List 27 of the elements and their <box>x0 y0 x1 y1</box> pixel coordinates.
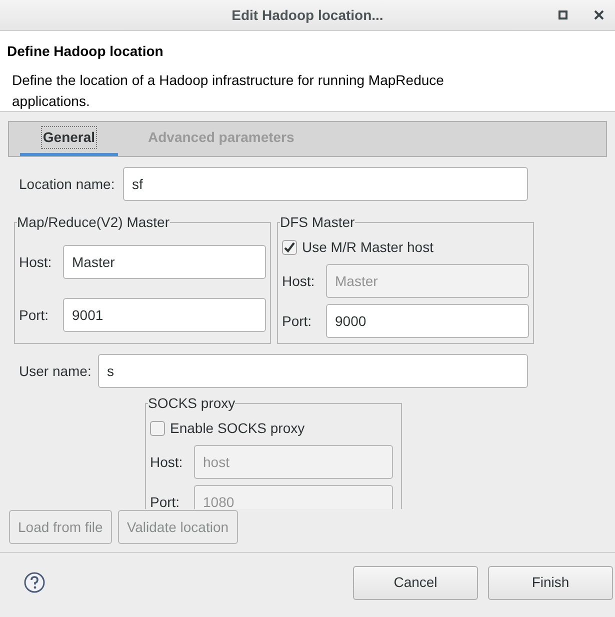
field-label: Host: <box>150 452 184 472</box>
field-label: Port: <box>150 492 181 509</box>
dialog-button[interactable]: Cancel <box>353 566 478 600</box>
text-field[interactable]: 9000 <box>326 304 529 338</box>
checkbox[interactable] <box>282 240 297 255</box>
field-label: Host: <box>19 252 53 272</box>
maximize-icon[interactable] <box>558 10 568 20</box>
field-label: Host: <box>282 272 316 290</box>
close-icon[interactable] <box>594 10 604 20</box>
text-field[interactable]: Master <box>63 245 266 279</box>
text-field[interactable]: sf <box>123 167 528 201</box>
dialog-button[interactable]: Finish <box>488 566 613 600</box>
field-label: Port: <box>19 306 50 324</box>
checkmark-icon <box>283 241 296 254</box>
field-label: Port: <box>282 312 313 330</box>
checkbox-label: Use M/R Master host <box>302 238 434 257</box>
field-label: User name: <box>19 362 92 380</box>
header-description: Define the location of a Hadoop infrastructure for running MapReduce applications. <box>12 71 445 111</box>
header-title: Define Hadoop location <box>7 42 164 61</box>
window-title: Edit Hadoop location... <box>232 6 384 25</box>
tab[interactable]: General <box>20 121 118 156</box>
help-icon[interactable] <box>24 572 45 593</box>
text-field[interactable]: 9001 <box>63 298 266 332</box>
checkbox[interactable] <box>150 421 165 436</box>
field-label: Location name: <box>19 174 116 194</box>
checkbox-label: Enable SOCKS proxy <box>170 419 305 438</box>
text-field[interactable]: s <box>98 354 528 388</box>
